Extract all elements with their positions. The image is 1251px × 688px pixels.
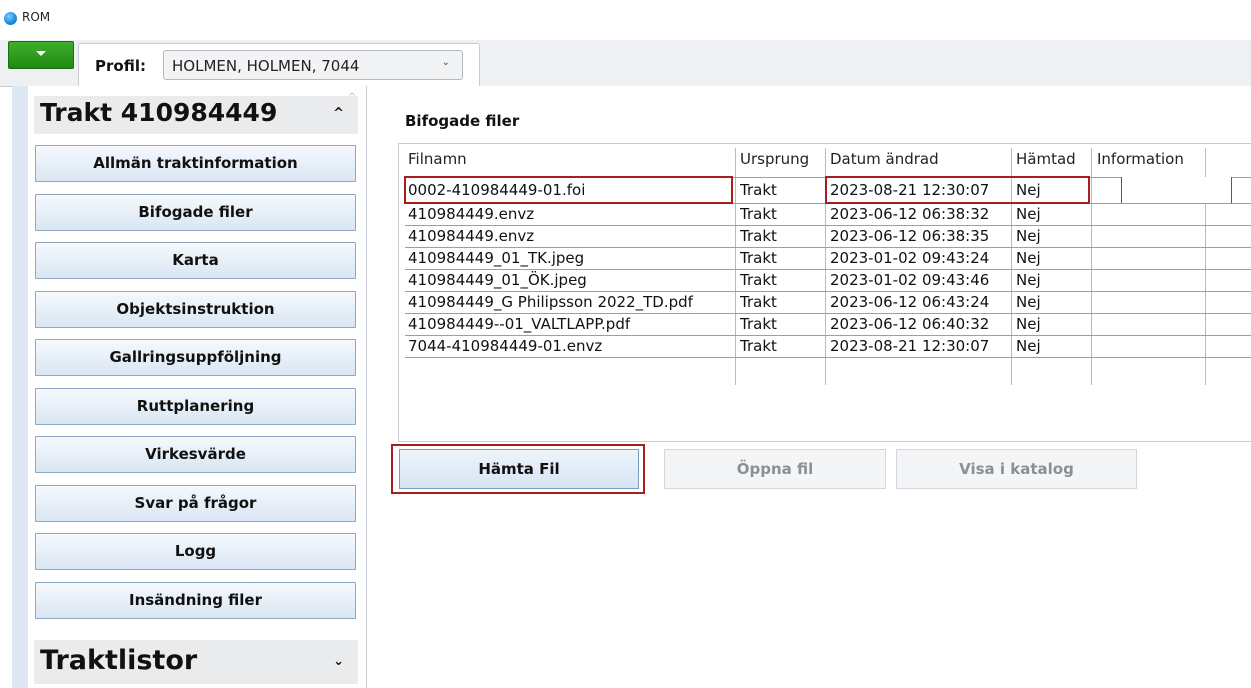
sidebar: Trakt 410984449 ^ Allmän traktinformatio…: [28, 86, 367, 688]
sidebar-item-svar-pa-fragor[interactable]: Svar på frågor: [35, 485, 356, 522]
window-title: ROM: [22, 10, 51, 24]
sidebar-item-virkesvarde[interactable]: Virkesvärde: [35, 436, 356, 473]
profile-tab: Profil: HOLMEN, HOLMEN, 7044 ⌄: [78, 43, 480, 88]
main-panel: Bifogade filer Filnamn Ursprung Datum än…: [367, 86, 1251, 688]
sidebar-accent-strip: [12, 86, 29, 688]
cell-filnamn: 410984449--01_VALTLAPP.pdf: [408, 315, 631, 333]
sidebar-item-allman-traktinformation[interactable]: Allmän traktinformation: [35, 145, 356, 182]
cell-ursprung: Trakt: [740, 271, 777, 289]
chevron-down-icon: ⌄: [441, 57, 450, 68]
cell-datum: 2023-01-02 09:43:24: [830, 249, 990, 267]
chevron-down-icon: ⌄: [333, 654, 344, 669]
traktlistor-section-header[interactable]: Traktlistor ⌄: [34, 640, 358, 684]
cell-filnamn: 410984449.envz: [408, 227, 535, 245]
sidebar-item-insandning-filer[interactable]: Insändning filer: [35, 582, 356, 619]
show-in-folder-button[interactable]: Visa i katalog: [896, 449, 1137, 489]
profile-label: Profil:: [95, 57, 146, 75]
cell-filnamn: 0002-410984449-01.foi: [408, 181, 586, 199]
column-header-information[interactable]: Information: [1097, 147, 1184, 171]
cell-hamtad: Nej: [1016, 271, 1041, 289]
sidebar-item-karta[interactable]: Karta: [35, 242, 356, 279]
column-header-ursprung[interactable]: Ursprung: [740, 147, 809, 171]
cell-filnamn: 410984449_01_ÖK.jpeg: [408, 271, 587, 289]
column-header-filnamn[interactable]: Filnamn: [408, 147, 467, 171]
cell-ursprung: Trakt: [740, 205, 777, 223]
cell-datum: 2023-08-21 12:30:07: [830, 181, 990, 199]
chevron-up-icon: ^: [333, 106, 344, 121]
cell-ursprung: Trakt: [740, 181, 777, 199]
cell-ursprung: Trakt: [740, 249, 777, 267]
dropdown-caret-icon: [36, 51, 46, 56]
trakt-section-header[interactable]: Trakt 410984449 ^: [34, 96, 358, 134]
cell-ursprung: Trakt: [740, 337, 777, 355]
cell-ursprung: Trakt: [740, 293, 777, 311]
traktlistor-title: Traktlistor: [40, 645, 198, 676]
section-title: Bifogade filer: [405, 112, 520, 130]
cell-ursprung: Trakt: [740, 227, 777, 245]
cell-hamtad: Nej: [1016, 181, 1041, 199]
sidebar-item-ruttplanering[interactable]: Ruttplanering: [35, 388, 356, 425]
column-divider: [735, 148, 736, 385]
column-header-datum-andrad[interactable]: Datum ändrad: [830, 147, 939, 171]
column-divider: [1011, 148, 1012, 385]
cell-hamtad: Nej: [1016, 315, 1041, 333]
sidebar-item-objektsinstruktion[interactable]: Objektsinstruktion: [35, 291, 356, 328]
cell-datum: 2023-06-12 06:40:32: [830, 315, 990, 333]
title-bar: ROM: [0, 0, 1251, 40]
cell-hamtad: Nej: [1016, 249, 1041, 267]
cell-datum: 2023-06-12 06:38:32: [830, 205, 990, 223]
sidebar-item-gallringsuppfoljning[interactable]: Gallringsuppföljning: [35, 339, 356, 376]
cell-hamtad: Nej: [1016, 337, 1041, 355]
cell-hamtad: Nej: [1016, 293, 1041, 311]
cell-filnamn: 410984449.envz: [408, 205, 535, 223]
trakt-title: Trakt 410984449: [40, 98, 278, 127]
cell-filnamn: 410984449_01_TK.jpeg: [408, 249, 585, 267]
scroll-up-icon[interactable]: ^: [348, 92, 356, 103]
cell-filnamn: 410984449_G Philipsson 2022_TD.pdf: [408, 293, 693, 311]
toolbar: Profil: HOLMEN, HOLMEN, 7044 ⌄: [0, 40, 1251, 88]
open-file-button[interactable]: Öppna fil: [664, 449, 886, 489]
column-divider: [1091, 148, 1092, 385]
column-header-hamtad[interactable]: Hämtad: [1016, 147, 1076, 171]
cell-datum: 2023-06-12 06:38:35: [830, 227, 990, 245]
column-divider: [825, 148, 826, 385]
row-divider: [405, 357, 1251, 358]
cell-hamtad: Nej: [1016, 205, 1041, 223]
profile-select-value: HOLMEN, HOLMEN, 7044: [172, 57, 360, 75]
attached-files-table: Filnamn Ursprung Datum ändrad Hämtad Inf…: [398, 143, 1251, 442]
sidebar-item-logg[interactable]: Logg: [35, 533, 356, 570]
main-menu-button[interactable]: [8, 41, 74, 69]
information-cell-editor[interactable]: [1121, 177, 1232, 203]
cell-datum: 2023-08-21 12:30:07: [830, 337, 990, 355]
cell-ursprung: Trakt: [740, 315, 777, 333]
profile-select[interactable]: HOLMEN, HOLMEN, 7044 ⌄: [163, 50, 463, 80]
cell-datum: 2023-01-02 09:43:46: [830, 271, 990, 289]
sidebar-item-bifogade-filer[interactable]: Bifogade filer: [35, 194, 356, 231]
cell-datum: 2023-06-12 06:43:24: [830, 293, 990, 311]
cell-filnamn: 7044-410984449-01.envz: [408, 337, 603, 355]
cell-hamtad: Nej: [1016, 227, 1041, 245]
app-logo-icon: [4, 12, 17, 25]
fetch-file-button[interactable]: Hämta Fil: [399, 449, 639, 489]
